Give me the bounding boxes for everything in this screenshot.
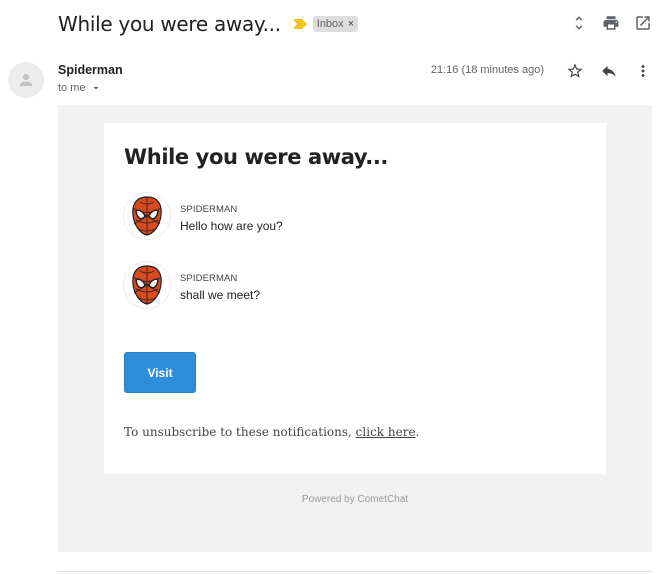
expand-collapse-icon[interactable] bbox=[570, 14, 588, 32]
spiderman-avatar bbox=[124, 193, 170, 239]
notification-title: While you were away... bbox=[124, 145, 388, 169]
thread-actions bbox=[570, 14, 652, 32]
sender-avatar[interactable] bbox=[8, 62, 44, 98]
sender-name[interactable]: Spiderman bbox=[58, 63, 123, 77]
message-text: Hello how are you? bbox=[180, 219, 283, 233]
message-sender: SPIDERMAN bbox=[180, 204, 238, 215]
reply-icon[interactable] bbox=[600, 62, 618, 80]
open-in-new-icon[interactable] bbox=[634, 14, 652, 32]
email-body-background: While you were away... SPIDERMAN Hello h… bbox=[58, 105, 652, 552]
recipient-text: to me bbox=[58, 82, 86, 94]
spiderman-mask-icon bbox=[132, 265, 162, 305]
message-sender: SPIDERMAN bbox=[180, 273, 238, 284]
message-item: SPIDERMAN shall we meet? bbox=[124, 262, 260, 308]
unsubscribe-notice: To unsubscribe to these notifications, c… bbox=[124, 425, 419, 439]
divider bbox=[58, 571, 652, 572]
message-item: SPIDERMAN Hello how are you? bbox=[124, 193, 283, 239]
recipient-details[interactable]: to me bbox=[58, 82, 102, 94]
email-subject: While you were away... bbox=[58, 12, 281, 36]
unsubscribe-period: . bbox=[415, 425, 420, 439]
message-timestamp: 21:16 (18 minutes ago) bbox=[430, 64, 544, 76]
spiderman-mask-icon bbox=[132, 196, 162, 236]
visit-button[interactable]: Visit bbox=[124, 352, 196, 393]
remove-label-button[interactable]: × bbox=[348, 18, 354, 30]
notification-card: While you were away... SPIDERMAN Hello h… bbox=[104, 123, 606, 474]
person-icon bbox=[20, 74, 32, 86]
more-vert-icon[interactable] bbox=[634, 62, 652, 80]
chevron-down-icon[interactable] bbox=[90, 82, 102, 94]
message-text: shall we meet? bbox=[180, 288, 261, 302]
spiderman-avatar bbox=[124, 262, 170, 308]
subject-row: While you were away... Inbox × bbox=[58, 10, 359, 38]
message-content: SPIDERMAN shall we meet? bbox=[180, 273, 260, 302]
print-icon[interactable] bbox=[602, 14, 620, 32]
powered-by-footer: Powered by CometChat bbox=[301, 494, 409, 505]
star-icon[interactable] bbox=[566, 62, 584, 80]
importance-marker-icon[interactable] bbox=[292, 19, 307, 29]
inbox-label-chip[interactable]: Inbox × bbox=[312, 16, 359, 32]
message-content: SPIDERMAN Hello how are you? bbox=[180, 204, 283, 233]
unsubscribe-text: To unsubscribe to these notifications, bbox=[124, 425, 356, 439]
inbox-label-text: Inbox bbox=[316, 18, 344, 30]
unsubscribe-link[interactable]: click here bbox=[356, 425, 416, 439]
message-actions bbox=[566, 62, 652, 80]
